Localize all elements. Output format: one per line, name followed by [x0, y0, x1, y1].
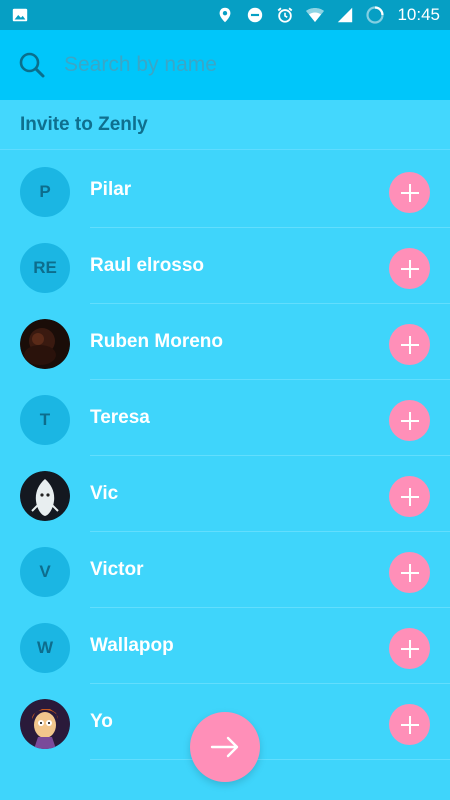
plus-icon	[400, 183, 419, 202]
contact-name: Teresa	[90, 407, 150, 428]
contact-name: Vic	[90, 483, 119, 504]
cartoon-photo-icon	[20, 699, 70, 749]
add-contact-button[interactable]	[389, 172, 430, 213]
contact-name: Pilar	[90, 179, 132, 200]
contact-name: Raul elrosso	[90, 255, 205, 276]
battery-icon	[365, 5, 385, 25]
avatar-photo	[20, 471, 70, 521]
add-contact-button[interactable]	[389, 400, 430, 441]
plus-icon	[400, 487, 419, 506]
contact-name: Wallapop	[90, 635, 174, 656]
avatar-photo	[20, 319, 70, 369]
plus-icon	[400, 259, 419, 278]
list-item[interactable]: P Pilar	[0, 152, 450, 228]
add-contact-button[interactable]	[389, 704, 430, 745]
avatar: V	[20, 547, 70, 597]
avatar-initials: V	[39, 562, 51, 581]
add-contact-button[interactable]	[389, 248, 430, 289]
plus-icon	[400, 639, 419, 658]
avatar: W	[20, 623, 70, 673]
add-contact-button[interactable]	[389, 324, 430, 365]
plus-icon	[400, 411, 419, 430]
avatar: P	[20, 167, 70, 217]
plus-icon	[400, 563, 419, 582]
plus-icon	[400, 715, 419, 734]
section-header: Invite to Zenly	[0, 100, 450, 150]
search-input[interactable]	[64, 45, 450, 85]
signal-icon	[335, 5, 355, 25]
status-time: 10:45	[397, 5, 440, 24]
contact-name: Ruben Moreno	[90, 331, 223, 352]
avatar-initials: RE	[33, 258, 57, 277]
list-item[interactable]: V Victor	[0, 532, 450, 608]
next-button[interactable]	[190, 712, 260, 782]
search-bar	[0, 30, 450, 100]
add-contact-button[interactable]	[389, 552, 430, 593]
status-bar: 10:45	[0, 0, 450, 30]
status-left	[10, 5, 30, 25]
wifi-icon	[305, 5, 325, 25]
avatar-photo	[20, 699, 70, 749]
location-icon	[215, 5, 235, 25]
person-photo-icon	[20, 319, 70, 369]
alarm-icon	[275, 5, 295, 25]
list-item[interactable]: T Teresa	[0, 380, 450, 456]
plus-icon	[400, 335, 419, 354]
contact-name: Yo	[90, 711, 113, 732]
add-contact-button[interactable]	[389, 476, 430, 517]
contact-list: P Pilar RE Raul elrosso Ruben Moreno T T…	[0, 152, 450, 760]
list-item[interactable]: RE Raul elrosso	[0, 228, 450, 304]
avatar-initials: P	[39, 182, 51, 201]
avatar-initials: T	[39, 410, 51, 429]
section-title: Invite to Zenly	[20, 113, 148, 135]
list-item[interactable]: W Wallapop	[0, 608, 450, 684]
avatar-initials: W	[36, 638, 54, 657]
arrow-right-icon	[210, 736, 239, 758]
contact-name: Victor	[90, 559, 144, 580]
ghost-photo-icon	[20, 471, 70, 521]
avatar: RE	[20, 243, 70, 293]
do-not-disturb-icon	[245, 5, 265, 25]
list-item[interactable]: Vic	[0, 456, 450, 532]
list-item[interactable]: Ruben Moreno	[0, 304, 450, 380]
image-icon	[10, 5, 30, 25]
status-right: 10:45	[215, 5, 440, 25]
avatar: T	[20, 395, 70, 445]
search-icon[interactable]	[18, 51, 46, 79]
add-contact-button[interactable]	[389, 628, 430, 669]
